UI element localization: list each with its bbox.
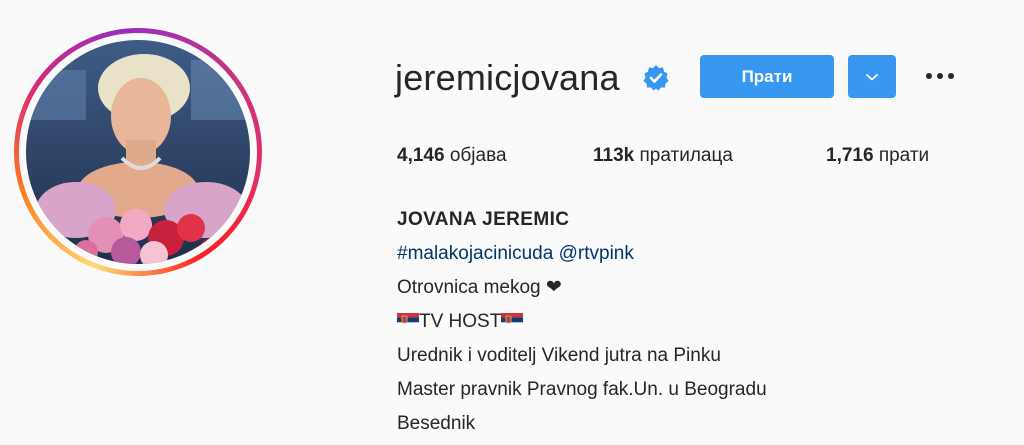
posts-stat: 4,146 објава bbox=[397, 144, 507, 168]
bio-line-5: Besednik bbox=[397, 413, 476, 434]
avatar-photo bbox=[26, 40, 250, 264]
profile-username: jeremicjovana bbox=[395, 57, 620, 98]
bio-line-4: Master pravnik Pravnog fak.Un. u Beograd… bbox=[397, 379, 767, 400]
more-options-button[interactable] bbox=[920, 60, 960, 92]
following-count: 1,716 bbox=[826, 145, 874, 166]
serbia-flag-icon bbox=[501, 313, 524, 328]
suggestions-dropdown-button[interactable] bbox=[848, 55, 896, 98]
bio-line-1: Otrovnica mekog ❤ bbox=[397, 277, 562, 298]
follow-button[interactable]: Прати bbox=[700, 55, 834, 98]
serbia-flag-icon bbox=[397, 313, 419, 328]
profile-avatar-ring[interactable] bbox=[14, 28, 262, 276]
followers-count: 113k bbox=[593, 145, 635, 166]
bio-line-2: TV HOST bbox=[397, 305, 767, 339]
following-stat[interactable]: 1,716 прати bbox=[826, 144, 929, 168]
posts-label: објава bbox=[449, 145, 507, 166]
ellipsis-icon bbox=[924, 73, 957, 79]
verified-badge-icon bbox=[643, 65, 669, 91]
hashtag-link[interactable]: #malakojacinicuda bbox=[397, 243, 553, 264]
bio-line-3: Urednik i voditelj Vikend jutra na Pinku bbox=[397, 345, 721, 366]
followers-stat[interactable]: 113k пратилаца bbox=[593, 144, 733, 168]
posts-count: 4,146 bbox=[397, 145, 445, 166]
chevron-down-icon bbox=[866, 73, 878, 80]
bio-line-2-text: TV HOST bbox=[419, 311, 502, 332]
following-label: прати bbox=[878, 145, 930, 166]
bio-links: #malakojacinicuda @rtvpink bbox=[397, 237, 767, 271]
profile-bio: JOVANA JEREMIC #malakojacinicuda @rtvpin… bbox=[397, 203, 767, 441]
followers-label: пратилаца bbox=[639, 145, 733, 166]
profile-avatar[interactable] bbox=[26, 40, 250, 264]
profile-full-name: JOVANA JEREMIC bbox=[397, 209, 570, 230]
mention-link[interactable]: @rtvpink bbox=[559, 243, 634, 264]
